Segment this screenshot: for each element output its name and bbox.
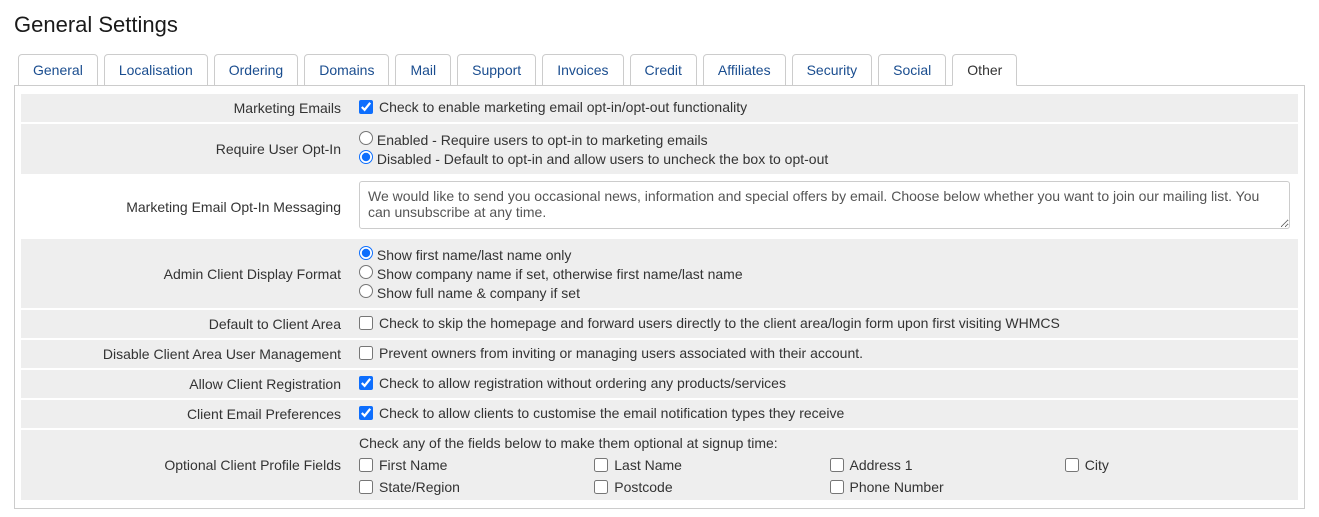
optin-enabled-option[interactable]: Enabled - Require users to opt-in to mar… [359, 131, 1290, 148]
label-require-optin: Require User Opt-In [21, 123, 351, 175]
optin-disabled-option[interactable]: Disabled - Default to opt-in and allow u… [359, 150, 1290, 167]
display-opt3-radio[interactable] [359, 284, 373, 298]
field-lastname-text: Last Name [614, 457, 682, 473]
email-prefs-option[interactable]: Check to allow clients to customise the … [359, 405, 844, 421]
settings-tabs: General Localisation Ordering Domains Ma… [14, 54, 1305, 86]
field-lastname-checkbox[interactable] [594, 458, 608, 472]
default-client-area-checkbox[interactable] [359, 316, 373, 330]
field-postcode-option[interactable]: Postcode [594, 479, 801, 495]
display-opt3-text: Show full name & company if set [377, 285, 580, 301]
default-client-area-text: Check to skip the homepage and forward u… [379, 315, 1060, 331]
email-prefs-checkbox[interactable] [359, 406, 373, 420]
row-email-prefs: Client Email Preferences Check to allow … [21, 399, 1298, 429]
display-opt1-option[interactable]: Show first name/last name only [359, 246, 1290, 263]
disable-user-mgmt-option[interactable]: Prevent owners from inviting or managing… [359, 345, 863, 361]
marketing-emails-checkbox[interactable] [359, 100, 373, 114]
field-phone-option[interactable]: Phone Number [830, 479, 1037, 495]
settings-form: Marketing Emails Check to enable marketi… [21, 92, 1298, 502]
field-city-option[interactable]: City [1065, 457, 1272, 473]
page-title: General Settings [14, 12, 1305, 38]
field-state-text: State/Region [379, 479, 460, 495]
field-lastname-option[interactable]: Last Name [594, 457, 801, 473]
tab-ordering[interactable]: Ordering [214, 54, 298, 86]
display-opt3-option[interactable]: Show full name & company if set [359, 284, 1290, 301]
field-phone-checkbox[interactable] [830, 480, 844, 494]
optional-fields-intro: Check any of the fields below to make th… [359, 435, 1290, 451]
label-optional-fields: Optional Client Profile Fields [21, 429, 351, 501]
tab-credit[interactable]: Credit [630, 54, 697, 86]
allow-registration-checkbox[interactable] [359, 376, 373, 390]
field-address1-option[interactable]: Address 1 [830, 457, 1037, 473]
display-opt1-text: Show first name/last name only [377, 247, 572, 263]
settings-panel: Marketing Emails Check to enable marketi… [14, 85, 1305, 509]
tab-mail[interactable]: Mail [395, 54, 451, 86]
row-disable-user-mgmt: Disable Client Area User Management Prev… [21, 339, 1298, 369]
row-optional-fields: Optional Client Profile Fields Check any… [21, 429, 1298, 501]
row-optin-messaging: Marketing Email Opt-In Messaging [21, 175, 1298, 238]
tab-other[interactable]: Other [952, 54, 1017, 86]
display-opt2-text: Show company name if set, otherwise firs… [377, 266, 743, 282]
field-address1-text: Address 1 [850, 457, 913, 473]
tab-social[interactable]: Social [878, 54, 946, 86]
marketing-emails-text: Check to enable marketing email opt-in/o… [379, 99, 747, 115]
label-optin-messaging: Marketing Email Opt-In Messaging [21, 175, 351, 238]
marketing-emails-option[interactable]: Check to enable marketing email opt-in/o… [359, 99, 747, 115]
optin-messaging-textarea[interactable] [359, 181, 1290, 229]
tab-security[interactable]: Security [792, 54, 873, 86]
email-prefs-text: Check to allow clients to customise the … [379, 405, 844, 421]
allow-registration-text: Check to allow registration without orde… [379, 375, 786, 391]
row-allow-registration: Allow Client Registration Check to allow… [21, 369, 1298, 399]
tab-invoices[interactable]: Invoices [542, 54, 623, 86]
tab-localisation[interactable]: Localisation [104, 54, 208, 86]
label-disable-user-mgmt: Disable Client Area User Management [21, 339, 351, 369]
label-default-client-area: Default to Client Area [21, 309, 351, 339]
allow-registration-option[interactable]: Check to allow registration without orde… [359, 375, 786, 391]
optin-enabled-text: Enabled - Require users to opt-in to mar… [377, 132, 708, 148]
display-opt2-option[interactable]: Show company name if set, otherwise firs… [359, 265, 1290, 282]
label-marketing-emails: Marketing Emails [21, 93, 351, 123]
field-postcode-text: Postcode [614, 479, 672, 495]
field-address1-checkbox[interactable] [830, 458, 844, 472]
optin-enabled-radio[interactable] [359, 131, 373, 145]
label-admin-client-display: Admin Client Display Format [21, 238, 351, 309]
tab-support[interactable]: Support [457, 54, 536, 86]
field-firstname-checkbox[interactable] [359, 458, 373, 472]
field-city-text: City [1085, 457, 1109, 473]
field-firstname-option[interactable]: First Name [359, 457, 566, 473]
field-phone-text: Phone Number [850, 479, 944, 495]
optin-disabled-text: Disabled - Default to opt-in and allow u… [377, 151, 828, 167]
default-client-area-option[interactable]: Check to skip the homepage and forward u… [359, 315, 1060, 331]
display-opt1-radio[interactable] [359, 246, 373, 260]
tab-general[interactable]: General [18, 54, 98, 86]
label-allow-registration: Allow Client Registration [21, 369, 351, 399]
label-email-prefs: Client Email Preferences [21, 399, 351, 429]
field-postcode-checkbox[interactable] [594, 480, 608, 494]
field-city-checkbox[interactable] [1065, 458, 1079, 472]
row-admin-client-display: Admin Client Display Format Show first n… [21, 238, 1298, 309]
field-state-checkbox[interactable] [359, 480, 373, 494]
field-firstname-text: First Name [379, 457, 447, 473]
disable-user-mgmt-checkbox[interactable] [359, 346, 373, 360]
field-state-option[interactable]: State/Region [359, 479, 566, 495]
row-default-client-area: Default to Client Area Check to skip the… [21, 309, 1298, 339]
row-require-optin: Require User Opt-In Enabled - Require us… [21, 123, 1298, 175]
tab-domains[interactable]: Domains [304, 54, 389, 86]
row-marketing-emails: Marketing Emails Check to enable marketi… [21, 93, 1298, 123]
disable-user-mgmt-text: Prevent owners from inviting or managing… [379, 345, 863, 361]
display-opt2-radio[interactable] [359, 265, 373, 279]
optin-disabled-radio[interactable] [359, 150, 373, 164]
tab-affiliates[interactable]: Affiliates [703, 54, 786, 86]
